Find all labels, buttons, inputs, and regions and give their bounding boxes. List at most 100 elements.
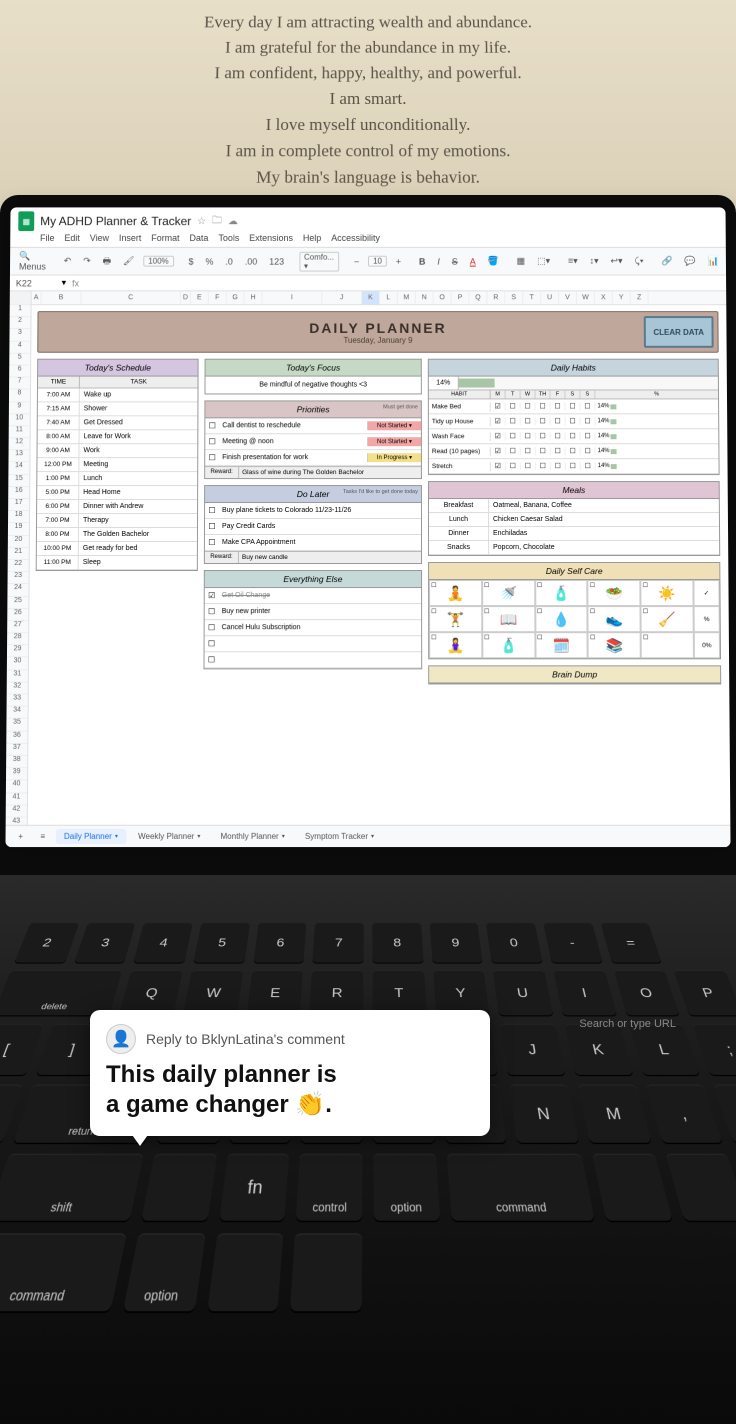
selfcare-icon[interactable]: ☐🧴 [535,580,588,606]
habit-checkbox[interactable]: ☐ [521,447,536,455]
meal-row[interactable]: DinnerEnchiladas [429,527,719,541]
habit-checkbox[interactable]: ☐ [566,432,581,440]
later-row[interactable]: ☐Make CPA Appointment [205,535,421,551]
selfcare-icon[interactable]: ☐📖 [482,606,535,632]
document-title[interactable]: My ADHD Planner & Tracker [40,214,191,228]
habit-checkbox[interactable]: ☐ [536,432,551,440]
add-sheet-button[interactable]: + [12,832,30,841]
checkbox-icon[interactable]: ☐ [205,623,219,632]
selfcare-icon[interactable]: ☐🚿 [482,580,535,606]
habit-checkbox[interactable]: ☐ [521,432,536,440]
menu-accessibility[interactable]: Accessibility [331,233,380,243]
priority-row[interactable]: ☐Finish presentation for workIn Progress… [205,450,421,466]
habit-checkbox[interactable]: ☑ [491,417,506,425]
merge-button[interactable]: ⬚▾ [534,255,553,268]
habit-checkbox[interactable]: ☐ [551,447,566,455]
schedule-row[interactable]: 11:00 PMSleep [37,556,197,570]
font-size-inc[interactable]: + [393,255,404,267]
habit-checkbox[interactable]: ☑ [491,447,506,455]
checkbox-icon[interactable]: ☐ [205,639,219,648]
habit-checkbox[interactable]: ☐ [521,402,536,410]
schedule-row[interactable]: 1:00 PMLunch [37,472,197,486]
schedule-row[interactable]: 9:00 AMWork [37,444,197,458]
selfcare-icon[interactable]: ☐🧘‍♀️ [429,632,482,658]
habit-row[interactable]: Tidy up House☑☐☐☐☐☐☐14% [429,414,718,429]
borders-button[interactable]: ▦ [514,255,528,268]
font-size-input[interactable]: 10 [368,256,387,267]
schedule-row[interactable]: 12:00 PMMeeting [37,458,197,472]
selfcare-icon[interactable]: ☐🏋️ [429,606,482,632]
selfcare-icon[interactable]: ☐💧 [535,606,588,632]
italic-button[interactable]: I [434,255,442,267]
column-headers[interactable]: ABCDEFGHIJKLMNOPQRSTUVWXYZ [32,291,727,305]
habit-checkbox[interactable]: ☐ [551,432,566,440]
checkbox-icon[interactable]: ☐ [205,538,219,547]
checkbox-icon[interactable]: ☐ [205,506,219,515]
print-button[interactable]: 🖶 [100,252,115,270]
selfcare-icon[interactable]: ☐🧘 [429,580,482,606]
else-row[interactable]: ☐Buy new printer [205,604,421,620]
text-color-button[interactable]: A [467,255,479,267]
strike-button[interactable]: S [449,255,461,267]
habit-checkbox[interactable]: ☐ [506,432,521,440]
habit-checkbox[interactable]: ☑ [491,462,506,470]
menu-edit[interactable]: Edit [64,233,79,243]
menu-insert[interactable]: Insert [119,233,141,243]
currency-button[interactable]: $ [186,255,197,267]
spreadsheet-canvas[interactable]: DAILY PLANNER Tuesday, January 9 CLEAR D… [28,305,731,825]
schedule-row[interactable]: 7:40 AMGet Dressed [38,416,198,430]
selfcare-icon[interactable]: ☐👟 [588,606,641,632]
menu-extensions[interactable]: Extensions [249,233,293,243]
percent-button[interactable]: % [202,255,216,267]
habit-checkbox[interactable]: ☐ [580,417,595,425]
tab-monthly-planner[interactable]: Monthly Planner▾ [212,829,292,844]
schedule-row[interactable]: 5:00 PMHead Home [37,486,197,500]
habit-checkbox[interactable]: ☐ [551,402,566,410]
undo-button[interactable]: ↶ [61,255,75,268]
selfcare-icon[interactable]: ☐ [641,632,694,658]
menu-file[interactable]: File [40,233,54,243]
star-icon[interactable]: ☆ [197,216,206,227]
fill-color-button[interactable]: 🪣 [485,255,502,268]
schedule-row[interactable]: 7:00 PMTherapy [37,514,197,528]
focus-text[interactable]: Be mindful of negative thoughts <3 [205,377,420,394]
else-row[interactable]: ☑Get Oil Change [205,588,421,604]
habit-row[interactable]: Read (10 pages)☑☐☐☐☐☐☐14% [429,444,719,459]
checkbox-icon[interactable]: ☐ [205,437,219,446]
format-123-button[interactable]: 123 [266,255,287,267]
selfcare-icon[interactable]: ☐📚 [588,632,641,658]
halign-button[interactable]: ≡▾ [565,255,581,268]
else-row[interactable]: ☐ [204,652,421,668]
later-row[interactable]: ☐Buy plane tickets to Colorado 11/23-11/… [205,503,421,519]
habit-checkbox[interactable]: ☑ [491,402,506,410]
schedule-row[interactable]: 8:00 AMLeave for Work [38,430,198,444]
menu-help[interactable]: Help [303,233,321,243]
meal-row[interactable]: LunchChicken Caesar Salad [429,513,719,527]
selfcare-icon[interactable]: ☐🧴 [482,632,535,658]
habit-checkbox[interactable]: ☐ [521,462,536,470]
link-button[interactable]: 🔗 [658,255,675,268]
habit-checkbox[interactable]: ☐ [521,417,536,425]
comment-button[interactable]: 💬 [682,255,699,268]
meal-row[interactable]: SnacksPopcorn, Chocolate [429,541,719,555]
decrease-decimal-button[interactable]: .0 [222,255,235,267]
habit-checkbox[interactable]: ☐ [536,447,551,455]
menu-format[interactable]: Format [151,233,179,243]
status-dropdown[interactable]: Not Started ▾ [367,437,421,446]
redo-button[interactable]: ↷ [80,255,94,268]
checkbox-icon[interactable]: ☐ [205,421,219,430]
status-dropdown[interactable]: In Progress ▾ [367,453,421,462]
tab-daily-planner[interactable]: Daily Planner▾ [56,829,126,844]
selfcare-icon[interactable]: ☐🥗 [588,580,641,606]
schedule-row[interactable]: 8:00 PMThe Golden Bachelor [37,528,197,542]
habit-row[interactable]: Stretch☑☐☐☐☐☐☐14% [429,459,719,474]
search-menus-button[interactable]: 🔍 Menus [16,250,49,273]
valign-button[interactable]: ↕▾ [587,255,602,268]
increase-decimal-button[interactable]: .00 [242,255,260,267]
selfcare-icon[interactable]: ☐☀️ [641,580,694,606]
habit-checkbox[interactable]: ☐ [581,447,596,455]
priority-row[interactable]: ☐Call dentist to rescheduleNot Started ▾ [205,418,421,434]
clear-data-button[interactable]: CLEAR DATA [644,316,714,348]
habit-checkbox[interactable]: ☑ [491,432,506,440]
checkbox-icon[interactable]: ☐ [205,655,219,664]
